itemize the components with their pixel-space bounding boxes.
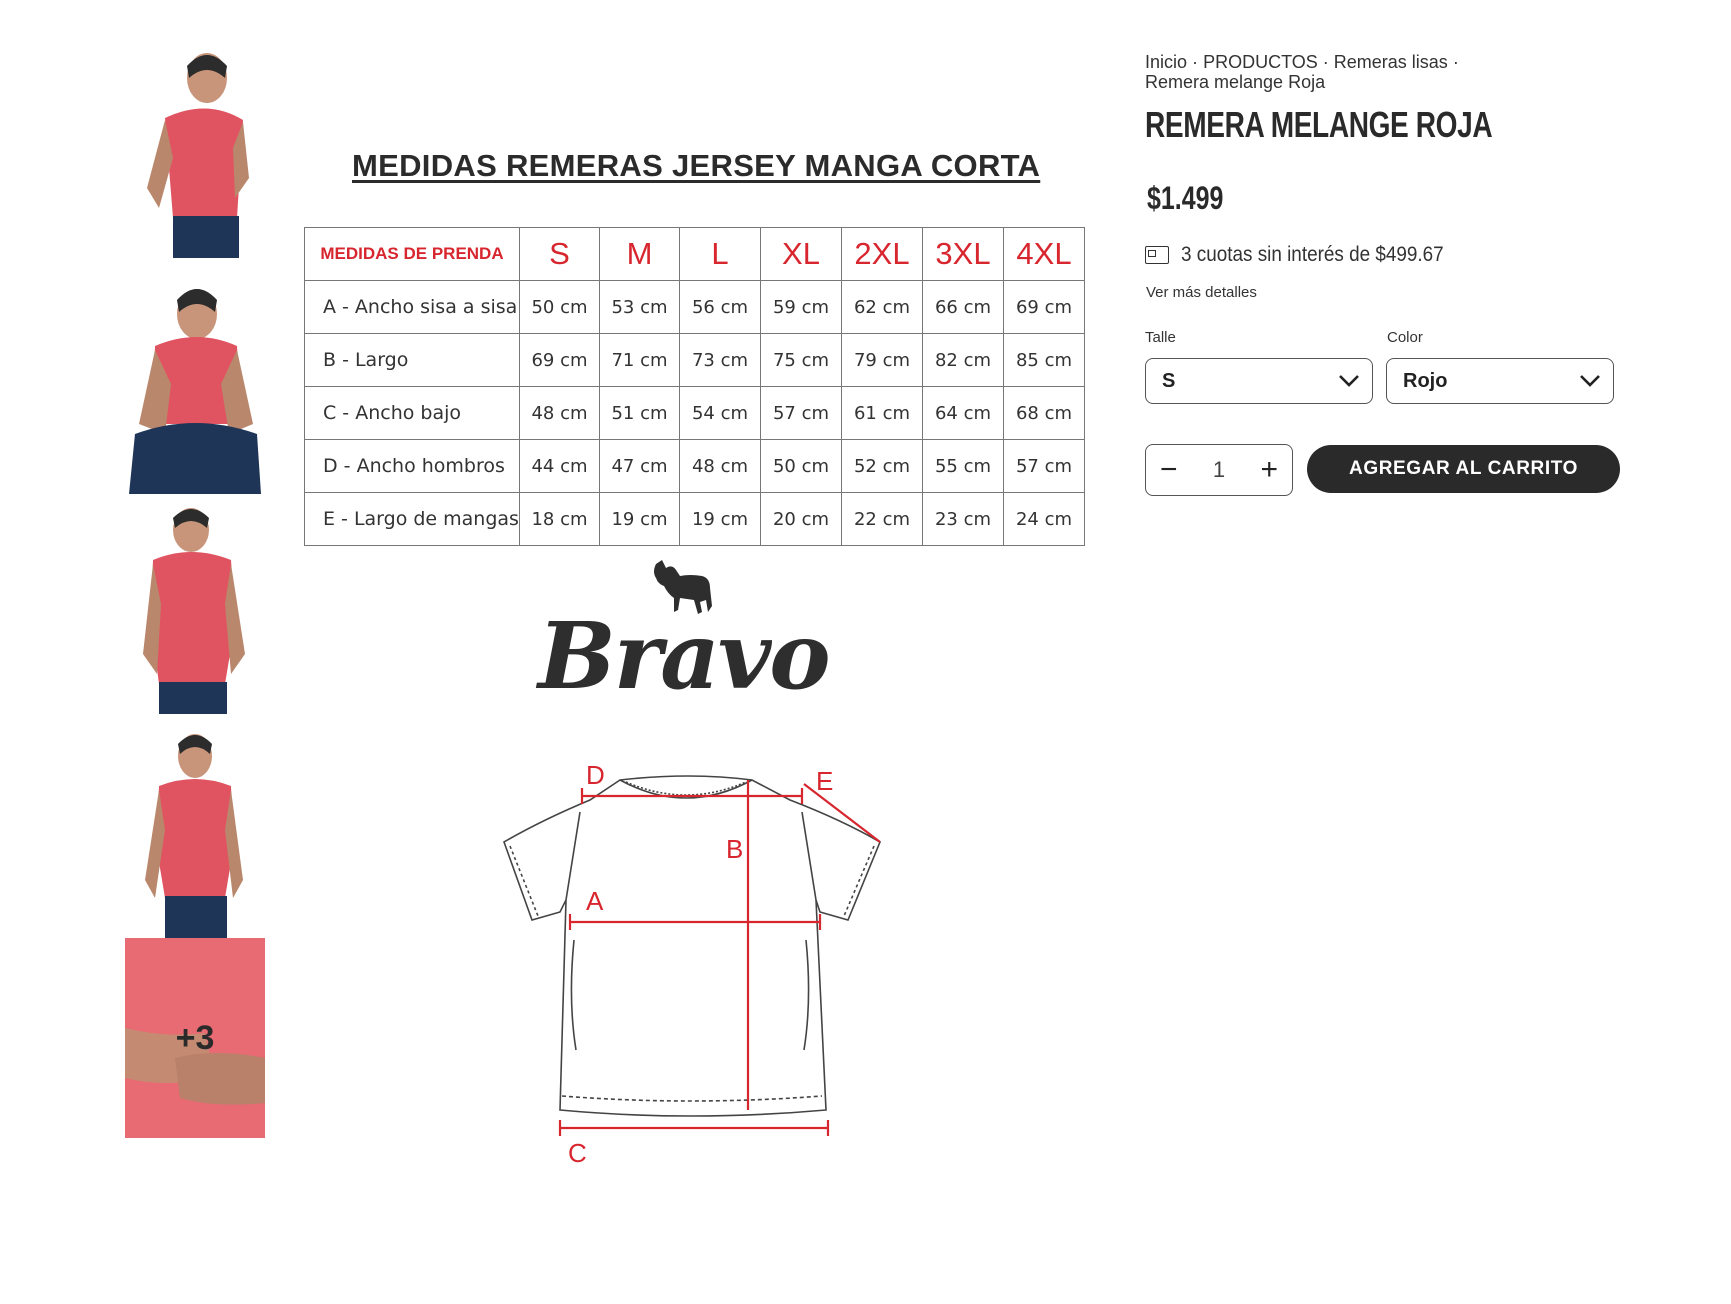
table-cell: 69 cm <box>1003 280 1085 334</box>
add-to-cart-button[interactable]: AGREGAR AL CARRITO <box>1307 445 1620 493</box>
row-label: B - Largo <box>304 333 520 387</box>
quantity-decrease-button[interactable]: − <box>1160 455 1178 485</box>
brand-name: Bravo <box>538 602 831 710</box>
chevron-down-icon <box>1339 375 1359 387</box>
table-cell: 68 cm <box>1003 386 1085 440</box>
table-cell: 52 cm <box>841 439 923 493</box>
breadcrumb-separator: · <box>1322 52 1329 72</box>
thumbnail-3[interactable] <box>125 504 265 714</box>
quantity-input[interactable]: 1 <box>1213 457 1225 483</box>
table-cell: 44 cm <box>519 439 600 493</box>
table-cell: 75 cm <box>760 333 842 387</box>
table-cell: 71 cm <box>599 333 680 387</box>
size-col-header: L <box>679 227 761 281</box>
table-cell: 56 cm <box>679 280 761 334</box>
table-cell: 69 cm <box>519 333 600 387</box>
diagram-label-e: E <box>816 766 833 796</box>
table-cell: 24 cm <box>1003 492 1085 546</box>
table-cell: 47 cm <box>599 439 680 493</box>
brand-logo: Bravo <box>538 560 831 710</box>
table-cell: 48 cm <box>519 386 600 440</box>
table-cell: 22 cm <box>841 492 923 546</box>
table-cell: 61 cm <box>841 386 923 440</box>
table-cell: 53 cm <box>599 280 680 334</box>
table-cell: 57 cm <box>760 386 842 440</box>
table-cell: 82 cm <box>922 333 1004 387</box>
breadcrumb-separator: · <box>1192 52 1199 72</box>
installments-info: 3 cuotas sin interés de $499.67 <box>1145 243 1473 267</box>
table-cell: 64 cm <box>922 386 1004 440</box>
breadcrumb-inicio[interactable]: Inicio <box>1145 52 1187 72</box>
thumbnail-4[interactable] <box>125 730 265 940</box>
row-label: A - Ancho sisa a sisa <box>304 280 520 334</box>
size-col-header: 3XL <box>922 227 1004 281</box>
table-cell: 19 cm <box>679 492 761 546</box>
thumbnail-2[interactable] <box>125 284 265 494</box>
size-col-header: 2XL <box>841 227 923 281</box>
quantity-increase-button[interactable]: + <box>1260 455 1278 485</box>
row-label: D - Ancho hombros <box>304 439 520 493</box>
color-select-value: Rojo <box>1403 369 1448 392</box>
row-label: E - Largo de mangas <box>304 492 520 546</box>
table-cell: 62 cm <box>841 280 923 334</box>
size-col-header: M <box>599 227 680 281</box>
table-cell: 18 cm <box>519 492 600 546</box>
table-cell: 50 cm <box>519 280 600 334</box>
thumbnail-1[interactable] <box>125 48 265 258</box>
size-label: Talle <box>1145 329 1176 346</box>
size-col-header: S <box>519 227 600 281</box>
breadcrumb-productos[interactable]: PRODUCTOS <box>1203 52 1318 72</box>
more-details-link[interactable]: Ver más detalles <box>1146 284 1257 301</box>
size-chart-table: MEDIDAS DE PRENDA S M L XL 2XL 3XL 4XL A… <box>304 227 1085 546</box>
table-cell: 79 cm <box>841 333 923 387</box>
table-cell: 20 cm <box>760 492 842 546</box>
table-cell: 73 cm <box>679 333 761 387</box>
table-row: B - Largo 69 cm 71 cm 73 cm 75 cm 79 cm … <box>304 333 1085 387</box>
size-col-header: XL <box>760 227 842 281</box>
diagram-label-b: B <box>726 834 743 864</box>
color-select[interactable]: Rojo <box>1386 358 1614 404</box>
installments-text: 3 cuotas sin interés de $499.67 <box>1181 243 1444 266</box>
breadcrumb: Inicio · PRODUCTOS · Remeras lisas · Rem… <box>1145 52 1515 92</box>
table-cell: 50 cm <box>760 439 842 493</box>
table-cell: 55 cm <box>922 439 1004 493</box>
size-select-value: S <box>1162 369 1176 392</box>
size-chart-header-label: MEDIDAS DE PRENDA <box>304 227 520 281</box>
product-title: REMERA MELANGE ROJA <box>1145 104 1493 145</box>
size-col-header: 4XL <box>1003 227 1085 281</box>
size-chart-header-row: MEDIDAS DE PRENDA S M L XL 2XL 3XL 4XL <box>304 227 1085 281</box>
table-row: A - Ancho sisa a sisa 50 cm 53 cm 56 cm … <box>304 280 1085 334</box>
table-row: C - Ancho bajo 48 cm 51 cm 54 cm 57 cm 6… <box>304 386 1085 440</box>
table-cell: 54 cm <box>679 386 761 440</box>
thumbnail-5-more[interactable]: +3 <box>125 938 265 1138</box>
table-cell: 23 cm <box>922 492 1004 546</box>
table-cell: 59 cm <box>760 280 842 334</box>
diagram-label-a: A <box>586 886 604 916</box>
table-cell: 48 cm <box>679 439 761 493</box>
table-row: D - Ancho hombros 44 cm 47 cm 48 cm 50 c… <box>304 439 1085 493</box>
more-images-badge: +3 <box>175 1018 215 1057</box>
size-chart-title: MEDIDAS REMERAS JERSEY MANGA CORTA <box>352 148 1041 183</box>
product-price: $1.499 <box>1147 180 1224 216</box>
color-label: Color <box>1387 329 1423 346</box>
diagram-label-d: D <box>586 760 605 790</box>
table-cell: 85 cm <box>1003 333 1085 387</box>
chevron-down-icon <box>1580 375 1600 387</box>
table-row: E - Largo de mangas 18 cm 19 cm 19 cm 20… <box>304 492 1085 546</box>
diagram-label-c: C <box>568 1138 587 1168</box>
table-cell: 66 cm <box>922 280 1004 334</box>
row-label: C - Ancho bajo <box>304 386 520 440</box>
breadcrumb-separator: · <box>1452 52 1459 72</box>
breadcrumb-current: Remera melange Roja <box>1145 72 1326 92</box>
credit-card-icon <box>1145 246 1169 264</box>
table-cell: 51 cm <box>599 386 680 440</box>
table-cell: 19 cm <box>599 492 680 546</box>
quantity-stepper: − 1 + <box>1145 444 1293 496</box>
table-cell: 57 cm <box>1003 439 1085 493</box>
size-select[interactable]: S <box>1145 358 1373 404</box>
tshirt-measurement-diagram: D E B A C <box>503 760 882 1168</box>
breadcrumb-remeras-lisas[interactable]: Remeras lisas <box>1334 52 1448 72</box>
